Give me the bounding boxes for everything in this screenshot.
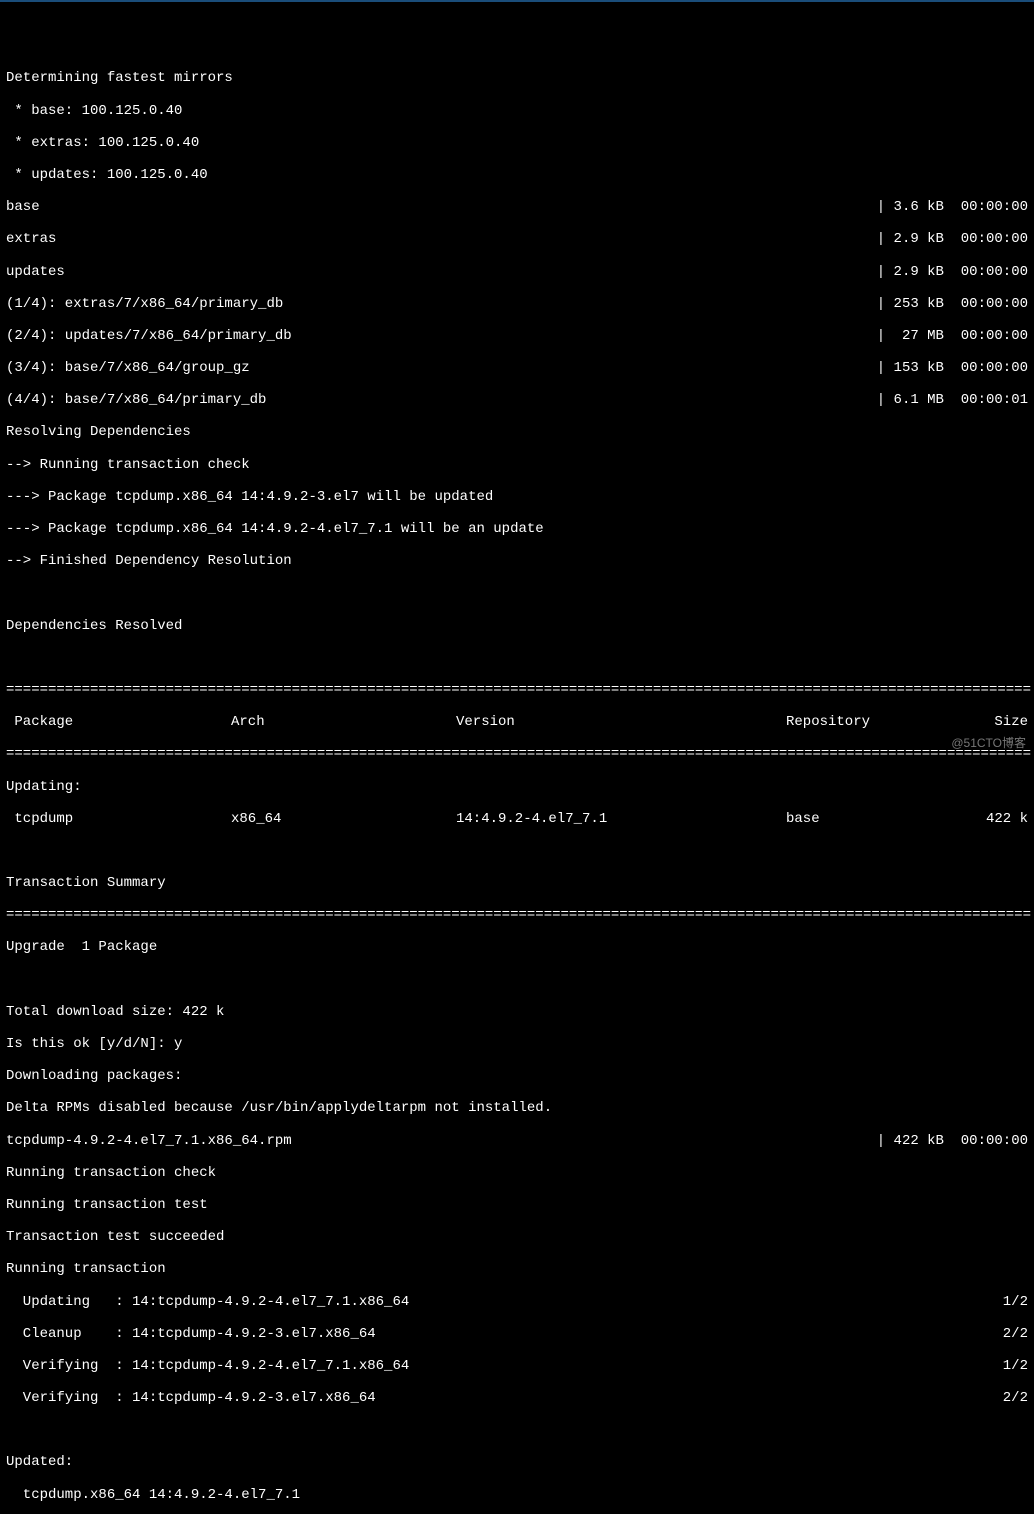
step-progress: 1/2 <box>1003 1358 1028 1374</box>
step-label: Verifying : 14:tcpdump-4.9.2-3.el7.x86_6… <box>6 1390 376 1406</box>
download-line: (2/4): updates/7/x86_64/primary_db | 27 M… <box>6 328 1028 344</box>
updated-heading: Updated: <box>6 1454 1028 1470</box>
cell-version: 14:4.9.2-4.el7_7.1 <box>456 811 786 827</box>
resolving-line: Dependencies Resolved <box>6 618 1028 634</box>
rpm-download-line: tcpdump-4.9.2-4.el7_7.1.x86_64.rpm | 422 … <box>6 1133 1028 1149</box>
rpm-stats: | 422 kB 00:00:00 <box>877 1133 1028 1149</box>
table-header: PackageArchVersionRepository Size <box>6 714 1028 730</box>
updating-label: Updating: <box>6 779 1028 795</box>
rpm-file: tcpdump-4.9.2-4.el7_7.1.x86_64.rpm <box>6 1133 292 1149</box>
repo-name: updates <box>6 264 65 280</box>
download-line: (4/4): base/7/x86_64/primary_db | 6.1 MB … <box>6 392 1028 408</box>
step-progress: 2/2 <box>1003 1326 1028 1342</box>
confirm-prompt[interactable]: Is this ok [y/d/N]: y <box>6 1036 1028 1052</box>
step-label: Updating : 14:tcpdump-4.9.2-4.el7_7.1.x8… <box>6 1294 409 1310</box>
transaction-step: Verifying : 14:tcpdump-4.9.2-4.el7_7.1.x… <box>6 1358 1028 1374</box>
blank-line <box>6 1422 1028 1438</box>
transaction-step: Cleanup : 14:tcpdump-4.9.2-3.el7.x86_64 2… <box>6 1326 1028 1342</box>
download-label: (1/4): extras/7/x86_64/primary_db <box>6 296 283 312</box>
col-package: Package <box>6 714 231 730</box>
step-progress: 2/2 <box>1003 1390 1028 1406</box>
cell-size: 422 k <box>986 811 1028 827</box>
transaction-step: Verifying : 14:tcpdump-4.9.2-3.el7.x86_6… <box>6 1390 1028 1406</box>
blank-line <box>6 650 1028 666</box>
separator: ========================================… <box>6 907 1028 923</box>
mirror-line: * base: 100.125.0.40 <box>6 103 1028 119</box>
blank-line <box>6 585 1028 601</box>
transaction-line: Transaction test succeeded <box>6 1229 1028 1245</box>
resolving-line: ---> Package tcpdump.x86_64 14:4.9.2-3.e… <box>6 489 1028 505</box>
download-label: (4/4): base/7/x86_64/primary_db <box>6 392 266 408</box>
mirror-line: * updates: 100.125.0.40 <box>6 167 1028 183</box>
step-progress: 1/2 <box>1003 1294 1028 1310</box>
col-arch: Arch <box>231 714 456 730</box>
download-label: (3/4): base/7/x86_64/group_gz <box>6 360 250 376</box>
download-stats: | 6.1 MB 00:00:01 <box>877 392 1028 408</box>
repo-stats: | 2.9 kB 00:00:00 <box>877 264 1028 280</box>
resolving-line: --> Finished Dependency Resolution <box>6 553 1028 569</box>
download-stats: | 27 MB 00:00:00 <box>877 328 1028 344</box>
downloading-packages: Downloading packages: <box>6 1068 1028 1084</box>
repo-name: base <box>6 199 40 215</box>
transaction-line: Running transaction test <box>6 1197 1028 1213</box>
mirror-line: * extras: 100.125.0.40 <box>6 135 1028 151</box>
cell-repo: base <box>786 811 961 827</box>
download-label: (2/4): updates/7/x86_64/primary_db <box>6 328 292 344</box>
repo-name: extras <box>6 231 56 247</box>
transaction-step: Updating : 14:tcpdump-4.9.2-4.el7_7.1.x8… <box>6 1294 1028 1310</box>
updated-package: tcpdump.x86_64 14:4.9.2-4.el7_7.1 <box>6 1487 1028 1503</box>
repo-line: base | 3.6 kB 00:00:00 <box>6 199 1028 215</box>
terminal-output: Determining fastest mirrors * base: 100.… <box>6 54 1028 1514</box>
delta-rpm-line: Delta RPMs disabled because /usr/bin/app… <box>6 1100 1028 1116</box>
blank-line <box>6 972 1028 988</box>
col-version: Version <box>456 714 786 730</box>
table-row: tcpdumpx86_6414:4.9.2-4.el7_7.1base 422 k <box>6 811 1028 827</box>
blank-line <box>6 843 1028 859</box>
transaction-summary-heading: Transaction Summary <box>6 875 1028 891</box>
upgrade-count: Upgrade 1 Package <box>6 939 1028 955</box>
repo-line: extras | 2.9 kB 00:00:00 <box>6 231 1028 247</box>
transaction-line: Running transaction check <box>6 1165 1028 1181</box>
separator: ========================================… <box>6 746 1028 762</box>
cell-package: tcpdump <box>6 811 231 827</box>
resolving-line: ---> Package tcpdump.x86_64 14:4.9.2-4.e… <box>6 521 1028 537</box>
transaction-line: Running transaction <box>6 1261 1028 1277</box>
repo-line: updates | 2.9 kB 00:00:00 <box>6 264 1028 280</box>
step-label: Cleanup : 14:tcpdump-4.9.2-3.el7.x86_64 <box>6 1326 376 1342</box>
col-size: Size <box>994 714 1028 730</box>
download-line: (3/4): base/7/x86_64/group_gz | 153 kB 00… <box>6 360 1028 376</box>
resolving-line: Resolving Dependencies <box>6 424 1028 440</box>
separator: ========================================… <box>6 682 1028 698</box>
step-label: Verifying : 14:tcpdump-4.9.2-4.el7_7.1.x… <box>6 1358 409 1374</box>
resolving-line: --> Running transaction check <box>6 457 1028 473</box>
download-stats: | 153 kB 00:00:00 <box>877 360 1028 376</box>
download-line: (1/4): extras/7/x86_64/primary_db | 253 k… <box>6 296 1028 312</box>
col-repo: Repository <box>786 714 961 730</box>
repo-stats: | 3.6 kB 00:00:00 <box>877 199 1028 215</box>
total-download-size: Total download size: 422 k <box>6 1004 1028 1020</box>
download-stats: | 253 kB 00:00:00 <box>877 296 1028 312</box>
repo-stats: | 2.9 kB 00:00:00 <box>877 231 1028 247</box>
mirrors-heading: Determining fastest mirrors <box>6 70 1028 86</box>
cell-arch: x86_64 <box>231 811 456 827</box>
